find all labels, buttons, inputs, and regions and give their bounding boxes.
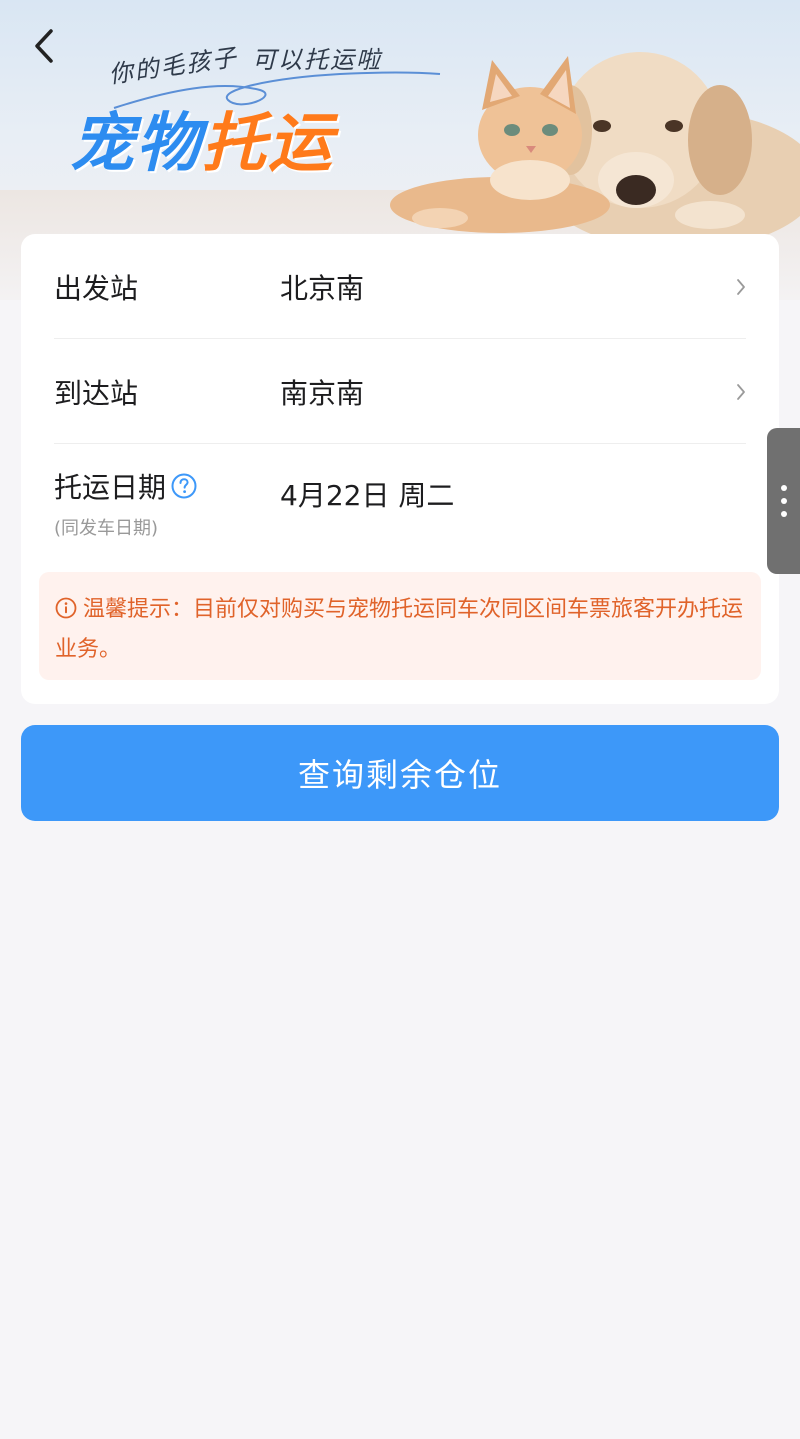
- chevron-left-icon: [35, 29, 53, 63]
- divider: [54, 443, 746, 444]
- arrival-station-row[interactable]: 到达站 南京南: [54, 369, 746, 414]
- shipping-date-label-group: 托运日期 (同发车日期): [54, 466, 280, 540]
- query-remaining-space-button[interactable]: 查询剩余仓位: [21, 725, 779, 821]
- banner-title: 宠物托运: [70, 112, 334, 176]
- chevron-right-icon: [726, 278, 746, 296]
- divider: [54, 338, 746, 339]
- departure-station-label: 出发站: [54, 271, 139, 305]
- arrival-station-value: 南京南: [280, 376, 365, 410]
- shipping-date-row[interactable]: 托运日期 (同发车日期) 4月22日 周二: [54, 466, 746, 539]
- shipping-date-value: 4月22日 周二: [280, 479, 455, 512]
- banner-title-part1: 宠物: [70, 107, 202, 181]
- departure-station-value: 北京南: [280, 271, 365, 305]
- chevron-right-icon: [726, 383, 746, 401]
- warm-tip-notice: 温馨提示：目前仅对购买与宠物托运同车次同区间车票旅客开办托运业务。: [39, 572, 761, 680]
- shipping-form-card: 出发站 北京南 到达站 南京南 托运日期 (同发车日期) 4月22日 周二 温馨…: [21, 234, 779, 704]
- shipping-date-label-main: 托运日期: [54, 466, 280, 506]
- arrival-station-label: 到达站: [54, 376, 139, 410]
- question-circle-icon[interactable]: [170, 472, 198, 500]
- banner-title-part2: 托运: [202, 107, 334, 181]
- more-vertical-icon: [780, 485, 787, 491]
- info-circle-icon: [55, 597, 77, 619]
- shipping-date-label: 托运日期: [54, 471, 167, 504]
- shipping-date-sublabel: (同发车日期): [54, 518, 159, 539]
- more-vertical-icon: [780, 498, 787, 504]
- pet-shipping-page: 你的毛孩子 可以托运啦 宠物托运 出发站 北京南 到达站 南京南 托运日期 (同…: [0, 0, 800, 1439]
- departure-station-row[interactable]: 出发站 北京南: [54, 264, 746, 309]
- back-button[interactable]: [26, 26, 62, 66]
- more-vertical-icon: [780, 511, 787, 517]
- side-floating-menu-handle[interactable]: [767, 428, 800, 574]
- warm-tip-text: 温馨提示：目前仅对购买与宠物托运同车次同区间车票旅客开办托运业务。: [55, 597, 744, 662]
